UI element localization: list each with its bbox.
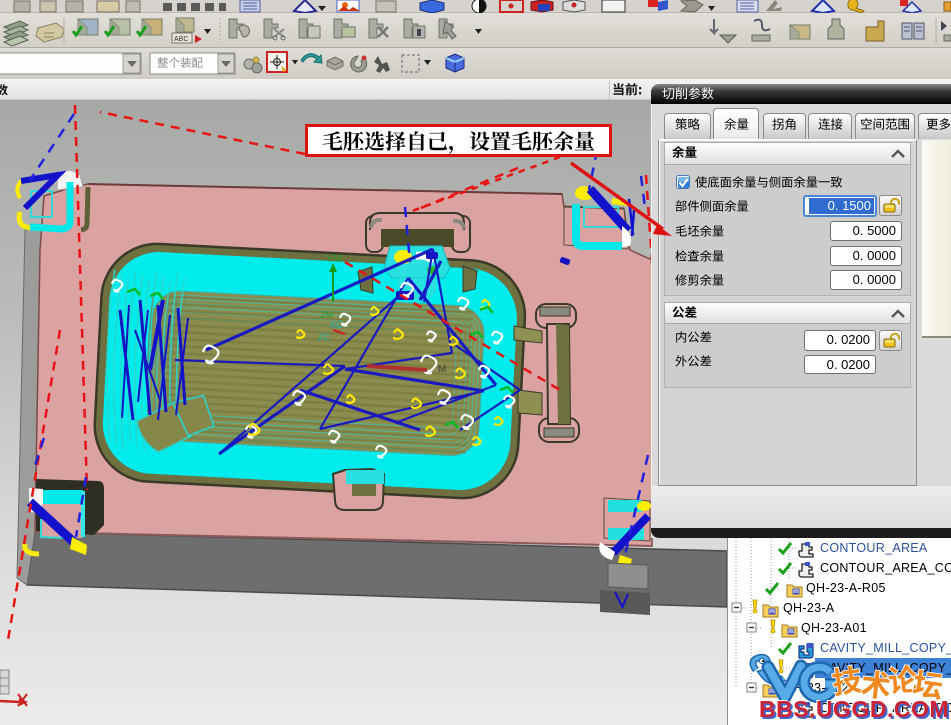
svg-text:ZC: ZC	[318, 332, 330, 342]
svg-text:ABC: ABC	[174, 36, 188, 43]
svg-text:M: M	[438, 364, 446, 375]
svg-text:YM: YM	[326, 253, 343, 265]
svg-text:ZM: ZM	[320, 310, 333, 320]
svg-text:XC: XC	[330, 320, 343, 330]
